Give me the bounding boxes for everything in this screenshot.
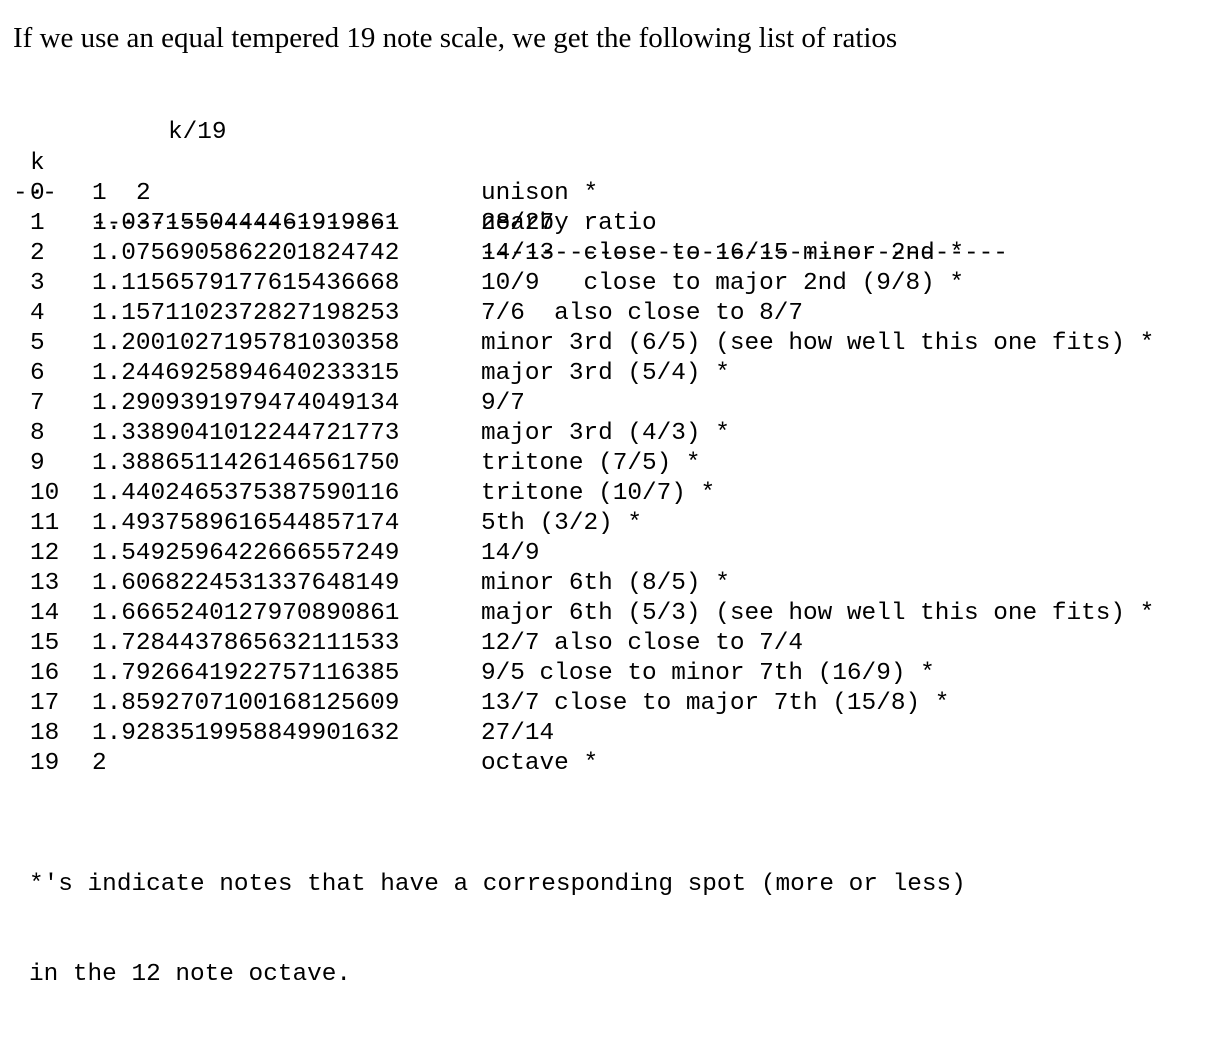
row-ratio: major 3rd (5/4) * (481, 360, 730, 387)
row-ratio: unison * (481, 180, 599, 207)
row-value: 1.9283519958849901632 (92, 720, 400, 747)
row-k: 1 (30, 210, 45, 237)
row-k: 4 (30, 300, 45, 327)
header-labels-line: k 2 nearby ratio (0, 119, 657, 237)
row-value: 1.1571102372827198253 (92, 300, 400, 327)
row-ratio: 9/5 close to minor 7th (16/9) * (481, 660, 935, 687)
row-k: 0 (30, 180, 45, 207)
row-value: 1.0371550444461919861 (92, 210, 400, 237)
header-exponent-line: k/19 (0, 88, 227, 146)
row-k: 12 (30, 540, 60, 567)
row-value: 1.5492596422666557249 (92, 540, 400, 567)
row-ratio: 27/14 (481, 720, 555, 747)
header-rule-line: --- --------------------- --------------… (0, 149, 1008, 267)
row-k: 2 (30, 240, 45, 267)
row-k: 3 (30, 270, 45, 297)
row-value: 1.6665240127970890861 (92, 600, 400, 627)
row-ratio: minor 6th (8/5) * (481, 570, 730, 597)
row-value: 1.2001027195781030358 (92, 330, 400, 357)
row-value: 1 (92, 180, 107, 207)
row-value: 1.7926641922757116385 (92, 660, 400, 687)
row-ratio: octave * (481, 750, 599, 777)
row-value: 1.0756905862201824742 (92, 240, 400, 267)
row-k: 13 (30, 570, 60, 597)
row-k: 15 (30, 630, 60, 657)
row-k: 11 (30, 510, 60, 537)
row-k: 8 (30, 420, 45, 447)
row-k: 16 (30, 660, 60, 687)
row-k: 9 (30, 450, 45, 477)
row-value: 1.4402465375387590116 (92, 480, 400, 507)
row-value: 1.2446925894640233315 (92, 360, 400, 387)
row-ratio: 12/7 also close to 7/4 (481, 630, 804, 657)
header-base: 2 (136, 180, 151, 207)
row-k: 17 (30, 690, 60, 717)
row-value: 1.3389041012244721773 (92, 420, 400, 447)
row-ratio: tritone (7/5) * (481, 450, 701, 477)
row-value: 1.3886511426146561750 (92, 450, 400, 477)
row-ratio: major 6th (5/3) (see how well this one f… (481, 600, 1155, 627)
row-value: 2 (92, 750, 107, 777)
row-k: 7 (30, 390, 45, 417)
intro-text: If we use an equal tempered 19 note scal… (13, 22, 898, 54)
footnote-line-2: in the 12 note octave. (29, 961, 352, 988)
row-k: 14 (30, 600, 60, 627)
footnote: *'s indicate notes that have a correspon… (29, 810, 966, 1050)
row-ratio: 5th (3/2) * (481, 510, 643, 537)
header-exponent: k/19 (168, 119, 227, 146)
row-ratio: tritone (10/7) * (481, 480, 716, 507)
row-value: 1.4937589616544857174 (92, 510, 400, 537)
row-value: 1.6068224531337648149 (92, 570, 400, 597)
row-k: 6 (30, 360, 45, 387)
row-ratio: major 3rd (4/3) * (481, 420, 730, 447)
row-ratio: 14/13 close to 16/15 minor 2nd * (481, 240, 965, 267)
row-value: 1.1156579177615436668 (92, 270, 400, 297)
row-k: 18 (30, 720, 60, 747)
row-ratio: 7/6 also close to 8/7 (481, 300, 804, 327)
row-ratio: 14/9 (481, 540, 540, 567)
row-ratio: minor 3rd (6/5) (see how well this one f… (481, 330, 1155, 357)
row-k: 19 (30, 750, 60, 777)
row-ratio: 13/7 close to major 7th (15/8) * (481, 690, 950, 717)
footnote-line-1: *'s indicate notes that have a correspon… (29, 871, 966, 898)
row-ratio: 9/7 (481, 390, 525, 417)
row-k: 5 (30, 330, 45, 357)
row-ratio: 10/9 close to major 2nd (9/8) * (481, 270, 965, 297)
row-value: 1.2909391979474049134 (92, 390, 400, 417)
row-value: 1.7284437865632111533 (92, 630, 400, 657)
row-k: 10 (30, 480, 60, 507)
row-ratio: 28/27 (481, 210, 555, 237)
row-value: 1.8592707100168125609 (92, 690, 400, 717)
